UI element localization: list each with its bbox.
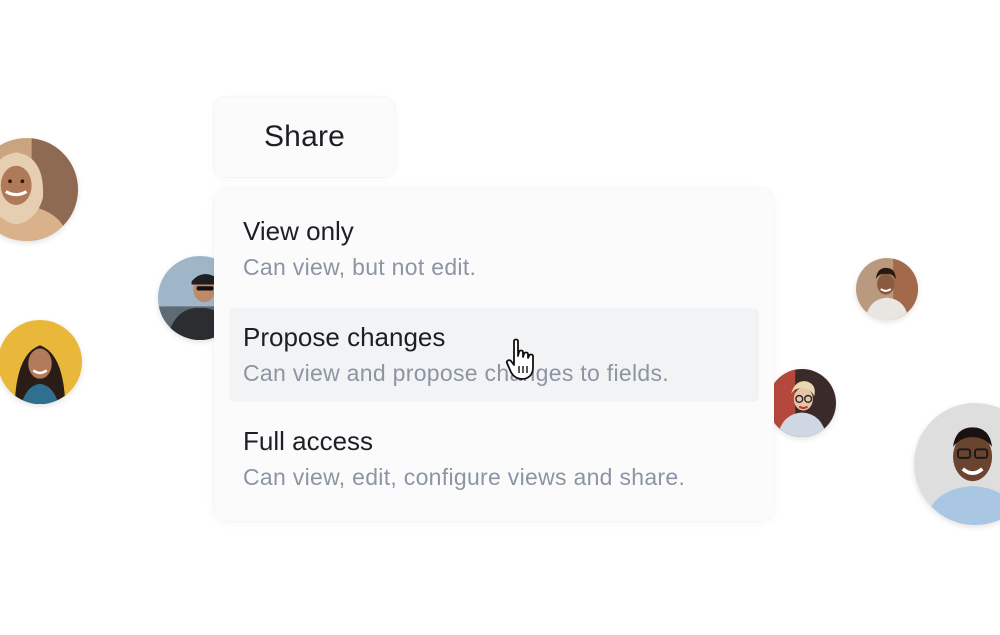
option-description: Can view and propose changes to fields.	[243, 360, 669, 386]
permission-options-panel: View only Can view, but not edit. Propos…	[214, 188, 774, 521]
option-view-only[interactable]: View only Can view, but not edit.	[229, 202, 759, 296]
option-propose-changes[interactable]: Propose changes Can view and propose cha…	[229, 308, 759, 402]
option-full-access[interactable]: Full access Can view, edit, configure vi…	[229, 412, 759, 506]
share-permissions-scene: Share View only Can view, but not edit. …	[0, 0, 1000, 635]
option-description: Can view, edit, configure views and shar…	[243, 464, 686, 490]
share-header[interactable]: Share	[214, 97, 395, 177]
option-description: Can view, but not edit.	[243, 254, 477, 280]
option-title: View only	[243, 216, 354, 246]
avatar-woman-glasses	[768, 369, 836, 437]
avatar-man-smiling-glasses	[914, 403, 1000, 525]
share-label: Share	[263, 120, 346, 153]
option-title: Propose changes	[243, 322, 446, 352]
avatar-woman-yellow-background	[0, 320, 82, 404]
avatar-woman-headscarf	[0, 138, 78, 241]
avatar-man-curly-hair	[856, 258, 918, 320]
option-title: Full access	[243, 426, 374, 456]
hand-pointer-icon	[505, 338, 545, 382]
